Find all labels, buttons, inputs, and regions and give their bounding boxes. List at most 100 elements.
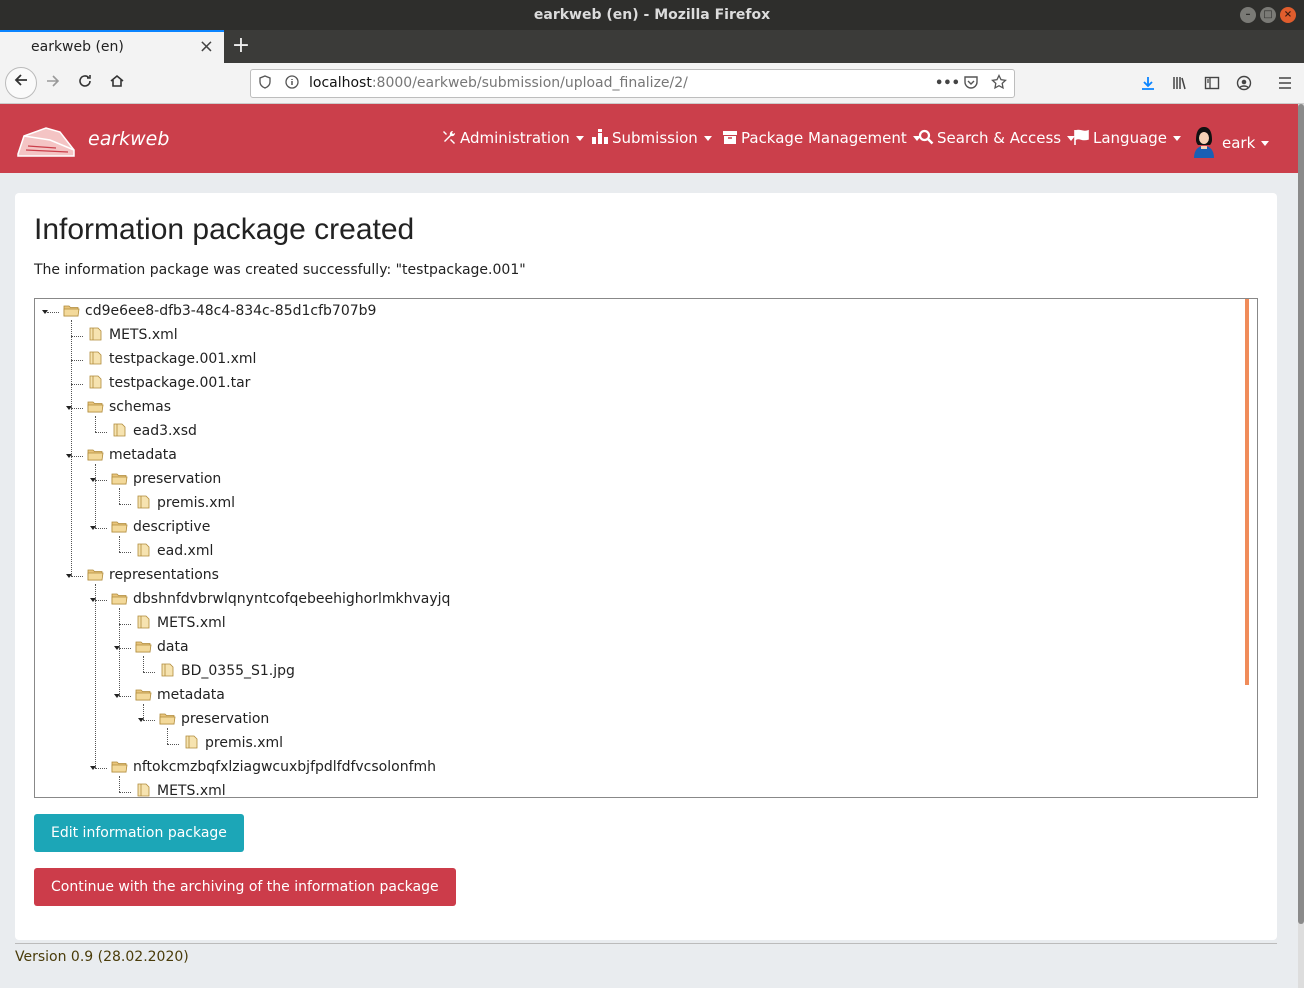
tree-folder-node[interactable]: representations (87, 564, 219, 586)
tree-connector (71, 456, 83, 457)
tab-close-icon[interactable]: × (199, 32, 214, 62)
tree-file-node[interactable]: ead.xml (135, 540, 213, 562)
earkweb-logo[interactable] (16, 122, 76, 158)
expand-toggle-icon[interactable] (114, 694, 120, 698)
library-icon[interactable] (1167, 69, 1193, 97)
tree-folder-node[interactable]: data (135, 636, 189, 658)
tree-connector (119, 624, 131, 625)
expand-toggle-icon[interactable] (90, 598, 96, 602)
tree-file-node[interactable]: METS.xml (135, 612, 226, 634)
menu-language[interactable]: Language (1074, 129, 1182, 147)
menu-label: Package Management (741, 129, 907, 147)
package-file-tree[interactable]: cd9e6ee8-dfb3-48c4-834c-85d1cfb707b9 METS… (34, 298, 1258, 798)
app-navbar: earkweb Administration Submission Packag… (0, 104, 1298, 173)
tree-node-label: nftokcmzbqfxlziagwcuxbjfpdlfdfvcsolonfmh (133, 759, 437, 775)
tree-guide-line (119, 776, 120, 792)
tree-node-label: data (157, 639, 189, 655)
tree-connector (119, 696, 131, 697)
tree-connector (119, 552, 131, 553)
download-icon[interactable] (1135, 69, 1161, 97)
tree-file-node[interactable]: testpackage.001.xml (87, 348, 256, 370)
sidebar-icon[interactable] (1199, 69, 1225, 97)
url-bar[interactable]: localhost:8000/earkweb/submission/upload… (250, 69, 1015, 98)
main-card: Information package created The informat… (15, 193, 1277, 940)
shield-icon[interactable] (259, 70, 271, 97)
new-tab-button[interactable]: + (230, 30, 252, 63)
menu-search-access[interactable]: Search & Access (918, 129, 1076, 147)
hamburger-menu-icon[interactable] (1272, 69, 1298, 97)
tree-connector (143, 720, 155, 721)
tree-guide-line (95, 416, 96, 432)
menu-user[interactable]: eark (1188, 124, 1270, 158)
minimize-button[interactable]: – (1240, 7, 1256, 23)
tree-folder-node[interactable]: metadata (87, 444, 177, 466)
tree-folder-node[interactable]: metadata (135, 684, 225, 706)
tree-file-node[interactable]: premis.xml (135, 492, 235, 514)
menu-package-management[interactable]: Package Management (722, 129, 921, 147)
url-host: localhost (309, 75, 372, 91)
tree-node-label: premis.xml (205, 735, 284, 751)
browser-tab[interactable]: earkweb (en) × (0, 30, 224, 63)
expand-toggle-icon[interactable] (114, 646, 120, 650)
tree-file-node[interactable]: BD_0355_S1.jpg (159, 660, 295, 682)
search-icon (918, 129, 934, 145)
page-scrollbar[interactable] (1298, 104, 1304, 988)
menu-administration[interactable]: Administration (441, 129, 584, 147)
brand-name[interactable]: earkweb (88, 128, 169, 150)
tree-folder-node[interactable]: preservation (159, 708, 269, 730)
expand-toggle-icon[interactable] (66, 406, 72, 410)
tree-folder-node[interactable]: descriptive (111, 516, 210, 538)
expand-toggle-icon[interactable] (90, 526, 96, 530)
back-icon[interactable] (5, 67, 37, 99)
tree-folder-node[interactable]: dbshnfdvbrwlqnyntcofqebeehighorlmkhvayjq (111, 588, 450, 610)
tree-file-node[interactable]: METS.xml (87, 324, 178, 346)
folder-icon (135, 689, 152, 701)
expand-toggle-icon[interactable] (138, 718, 144, 722)
tab-strip: earkweb (en) × + (0, 30, 1304, 63)
tree-file-node[interactable]: testpackage.001.tar (87, 372, 250, 394)
tree-guide-line (119, 536, 120, 552)
file-icon (137, 495, 150, 509)
forward-icon[interactable] (38, 69, 68, 99)
expand-toggle-icon[interactable] (66, 574, 72, 578)
expand-toggle-icon[interactable] (42, 310, 48, 314)
maximize-button[interactable]: □ (1260, 7, 1276, 23)
pocket-icon[interactable] (963, 70, 979, 97)
tree-node-label: representations (109, 567, 219, 583)
expand-toggle-icon[interactable] (90, 478, 96, 482)
menu-submission[interactable]: Submission (591, 129, 712, 147)
folder-icon (87, 449, 104, 461)
menu-label: Search & Access (937, 129, 1062, 147)
account-icon[interactable] (1231, 69, 1257, 97)
more-icon[interactable]: ••• (935, 70, 960, 97)
close-window-button[interactable]: × (1280, 7, 1296, 23)
folder-icon (87, 401, 104, 413)
reload-icon[interactable] (70, 69, 100, 99)
tree-folder-node[interactable]: nftokcmzbqfxlziagwcuxbjfpdlfdfvcsolonfmh (111, 756, 436, 778)
page-scrollbar-thumb[interactable] (1298, 104, 1304, 924)
tree-scrollbar[interactable] (1245, 299, 1249, 685)
folder-icon (87, 569, 104, 581)
tree-node-label: metadata (109, 447, 177, 463)
bookmark-star-icon[interactable] (991, 70, 1007, 97)
tools-icon (443, 130, 456, 144)
tree-folder-node[interactable]: preservation (111, 468, 221, 490)
expand-toggle-icon[interactable] (90, 766, 96, 770)
tree-node-label: metadata (157, 687, 225, 703)
tree-file-node[interactable]: METS.xml (135, 780, 226, 797)
folder-icon (111, 473, 128, 485)
continue-archiving-button[interactable]: Continue with the archiving of the infor… (34, 868, 456, 906)
folder-icon (135, 641, 152, 653)
home-icon[interactable] (102, 69, 132, 99)
tree-connector (95, 432, 107, 433)
edit-package-button[interactable]: Edit information package (34, 814, 244, 852)
tree-file-node[interactable]: ead3.xsd (111, 420, 197, 442)
expand-toggle-icon[interactable] (66, 454, 72, 458)
tree-node-label: testpackage.001.tar (109, 375, 251, 391)
folder-icon (63, 305, 80, 317)
tree-file-node[interactable]: premis.xml (183, 732, 283, 754)
tree-node-label: BD_0355_S1.jpg (181, 663, 295, 679)
info-icon[interactable] (285, 70, 299, 97)
tree-folder-node[interactable]: cd9e6ee8-dfb3-48c4-834c-85d1cfb707b9 (63, 300, 376, 322)
tree-folder-node[interactable]: schemas (87, 396, 171, 418)
